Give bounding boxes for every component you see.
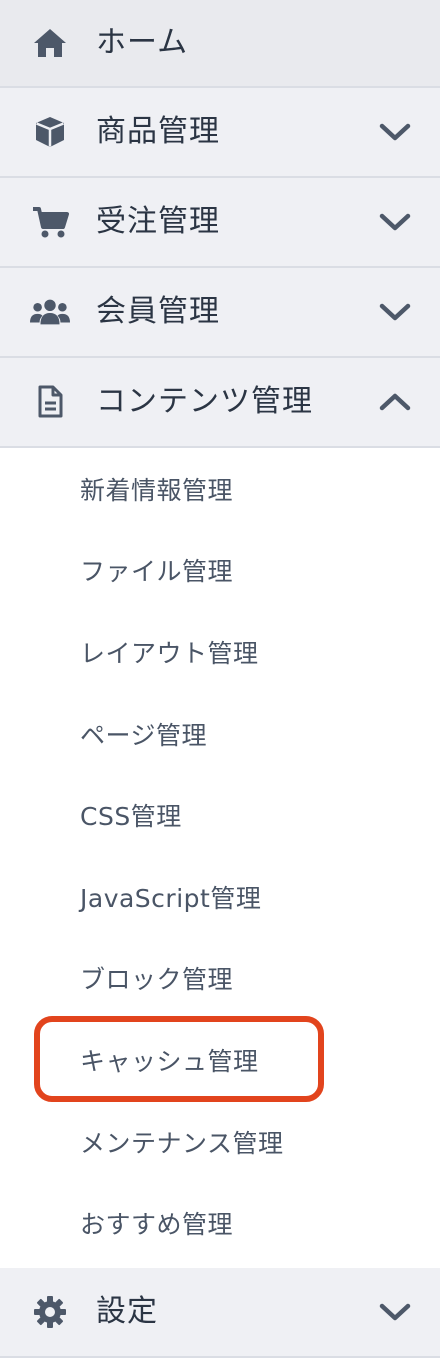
chevron-down-icon [379,123,411,141]
menu-item-members[interactable]: 会員管理 [0,268,440,358]
chevron-down-icon [379,213,411,231]
menu-item-products[interactable]: 商品管理 [0,88,440,178]
users-icon [30,292,70,332]
menu-item-label: 受注管理 [96,204,220,239]
submenu-item-blocks[interactable]: ブロック管理 [0,938,440,1020]
chevron-down-icon [379,1303,411,1321]
menu-item-label: ホーム [96,25,189,60]
file-icon [30,382,70,422]
submenu-item-layout[interactable]: レイアウト管理 [0,611,440,693]
chevron-down-icon [379,303,411,321]
settings-wrapper: 設定 [0,1268,440,1358]
home-icon [30,23,70,63]
box-icon [30,112,70,152]
submenu-item-cache[interactable]: キャッシュ管理 [0,1019,440,1101]
menu-item-label: コンテンツ管理 [96,384,313,419]
contents-submenu: 新着情報管理 ファイル管理 レイアウト管理 ページ管理 CSS管理 JavaSc… [0,448,440,1264]
menu-item-label: 設定 [96,1294,158,1329]
submenu-item-pages[interactable]: ページ管理 [0,693,440,775]
submenu-item-javascript[interactable]: JavaScript管理 [0,856,440,938]
submenu-item-recommend[interactable]: おすすめ管理 [0,1182,440,1264]
menu-item-settings[interactable]: 設定 [0,1268,440,1358]
submenu-item-news[interactable]: 新着情報管理 [0,448,440,530]
menu-item-orders[interactable]: 受注管理 [0,178,440,268]
menu-item-contents[interactable]: コンテンツ管理 [0,358,440,448]
menu-item-label: 会員管理 [96,294,220,329]
chevron-up-icon [379,393,411,411]
submenu-item-files[interactable]: ファイル管理 [0,530,440,612]
submenu-item-maintenance[interactable]: メンテナンス管理 [0,1101,440,1183]
menu-item-home[interactable]: ホーム [0,0,440,88]
menu-item-label: 商品管理 [96,114,220,149]
cart-icon [30,202,70,242]
submenu-item-css[interactable]: CSS管理 [0,774,440,856]
sidebar-nav: ホーム 商品管理 受注管理 会員管理 コンテンツ管理 新着情報管理 ファイル管理… [0,0,440,1358]
gear-icon [30,1292,70,1332]
